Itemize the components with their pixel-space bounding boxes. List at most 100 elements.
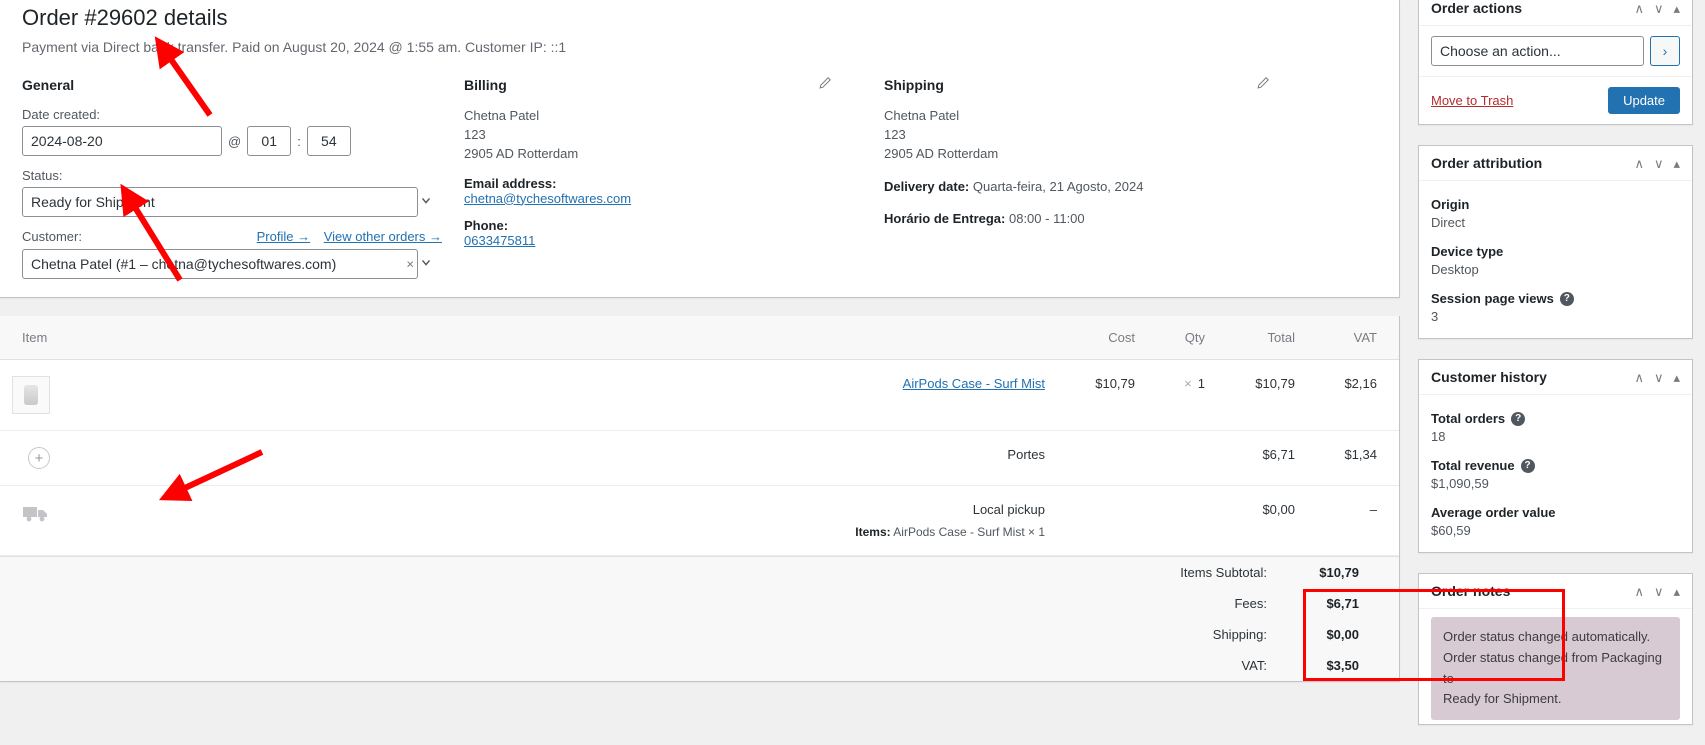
shipping-items-value: AirPods Case - Surf Mist × 1 (893, 525, 1045, 540)
hour-input[interactable] (247, 126, 292, 157)
edit-shipping-pencil-icon[interactable] (1256, 76, 1272, 92)
fees-value: $6,71 (1326, 596, 1359, 612)
customer-profile-link[interactable]: Profile → (257, 229, 310, 244)
qty-value: 1 (1197, 376, 1205, 392)
delivery-time-value: 08:00 - 11:00 (1008, 211, 1085, 227)
origin-label-text: Origin (1431, 197, 1470, 212)
status-label: Status: (22, 168, 63, 184)
vat-label: VAT: (1241, 658, 1267, 674)
toggle-panel-icon[interactable]: ▴ (1673, 157, 1680, 170)
move-down-icon[interactable]: ∨ (1654, 585, 1664, 598)
total-revenue-label: Total revenue ? (1431, 458, 1680, 473)
item-vat: $2,16 (1307, 359, 1399, 432)
move-up-icon[interactable]: ∧ (1634, 2, 1644, 15)
billing-name: Chetna Patel (464, 108, 540, 124)
delivery-time-label: Horário de Entrega: (884, 211, 1006, 227)
aov-label-text: Average order value (1431, 505, 1556, 520)
delivery-date-value: Quarta-feira, 21 Agosto, 2024 (972, 178, 1144, 194)
customer-other-orders-link[interactable]: View other orders → (324, 229, 442, 244)
customer-row: Customer: Profile → View other orders → (22, 229, 442, 244)
items-table-body: AirPods Case - Surf Mist $10,79 × 1 $10,7… (0, 359, 1399, 557)
billing-phone-link[interactable]: 0633475811 (464, 233, 535, 248)
customer-select-wrap: Chetna Patel (#1 – chetna@tychesoftwares… (22, 249, 442, 280)
order-notes-header: Order notes ∧ ∨ ▴ (1419, 574, 1692, 609)
customer-history-title: Customer history (1431, 369, 1547, 385)
date-created-input[interactable] (22, 126, 222, 157)
move-up-icon[interactable]: ∧ (1634, 371, 1644, 384)
status-select[interactable]: Ready for Shipment (22, 187, 418, 218)
help-icon[interactable]: ? (1511, 411, 1526, 426)
vat-value: $3,50 (1326, 658, 1359, 674)
move-down-icon[interactable]: ∨ (1654, 371, 1664, 384)
customer-history-header: Customer history ∧ ∨ ▴ (1419, 360, 1692, 395)
items-subtotal-label: Items Subtotal: (1180, 565, 1267, 581)
move-down-icon[interactable]: ∨ (1654, 157, 1664, 170)
help-icon[interactable]: ? (1520, 458, 1535, 473)
help-icon[interactable]: ? (1559, 291, 1574, 306)
table-row[interactable]: AirPods Case - Surf Mist $10,79 × 1 $10,7… (0, 359, 1399, 432)
list-item: Order status changed automatically. Orde… (1431, 617, 1680, 721)
order-notes-title: Order notes (1431, 583, 1511, 599)
product-thumbnail (12, 376, 50, 415)
fee-name-cell: Portes (62, 430, 1057, 487)
order-attribution-controls: ∧ ∨ ▴ (1634, 157, 1680, 170)
shipping-method-name: Local pickup (972, 502, 1045, 518)
move-up-icon[interactable]: ∧ (1634, 157, 1644, 170)
order-actions-header: Order actions ∧ ∨ ▴ (1419, 0, 1692, 26)
item-qty: × 1 (1147, 359, 1217, 432)
shipping-total: $0,00 (1217, 485, 1307, 557)
billing-email-label: Email address: (464, 175, 557, 191)
date-created-row: @ : (22, 126, 442, 157)
total-orders-value: 18 (1431, 429, 1446, 444)
order-items-table: Item Cost Qty Total VAT AirPods Case - S… (0, 316, 1399, 557)
clear-customer-icon[interactable]: × (406, 257, 414, 272)
order-action-select[interactable]: Choose an action... (1431, 36, 1644, 66)
billing-email-block: Email address: chetna@tychesoftwares.com (464, 176, 862, 206)
attribution-device-value: Desktop (1431, 262, 1479, 277)
minute-input[interactable] (306, 126, 351, 157)
toggle-panel-icon[interactable]: ▴ (1673, 585, 1680, 598)
fee-cost (1057, 430, 1147, 487)
fee-qty (1147, 430, 1217, 487)
shipping-cost (1057, 485, 1147, 557)
toggle-panel-icon[interactable]: ▴ (1673, 2, 1680, 15)
fees-label: Fees: (1234, 596, 1267, 612)
table-row[interactable]: Local pickup Items: AirPods Case - Surf … (0, 485, 1399, 557)
order-data-panel: Order #29602 details Payment via Direct … (0, 0, 1400, 299)
item-total: $10,79 (1217, 359, 1307, 432)
product-link[interactable]: AirPods Case - Surf Mist (903, 376, 1045, 391)
move-to-trash-link[interactable]: Move to Trash (1431, 93, 1513, 108)
shipping-icon-cell (0, 485, 62, 557)
customer-select[interactable]: Chetna Patel (#1 – chetna@tychesoftwares… (22, 249, 418, 280)
billing-email-link[interactable]: chetna@tychesoftwares.com (464, 191, 631, 206)
items-subtotal-value: $10,79 (1319, 565, 1359, 581)
fee-total: $6,71 (1217, 430, 1307, 487)
order-payment-summary: Payment via Direct bank transfer. Paid o… (22, 38, 567, 55)
attribution-pageviews-label: Session page views ? (1431, 291, 1680, 306)
attribution-origin-label: Origin (1431, 197, 1680, 212)
average-order-value-label: Average order value (1431, 505, 1680, 520)
edit-billing-pencil-icon[interactable] (818, 76, 834, 92)
qty-multiplier: × (1184, 376, 1192, 392)
customer-history-body: Total orders ? 18 Total revenue ? $1,090… (1419, 395, 1692, 552)
time-colon: : (297, 133, 301, 149)
update-button[interactable]: Update (1608, 87, 1680, 114)
chevron-down-icon (419, 194, 433, 211)
table-row[interactable]: + Portes $6,71 $1,34 (0, 430, 1399, 487)
customer-history-panel: Customer history ∧ ∨ ▴ Total orders ? 18… (1418, 359, 1693, 553)
move-down-icon[interactable]: ∨ (1654, 2, 1664, 15)
order-notes-panel: Order notes ∧ ∨ ▴ Order status changed a… (1418, 573, 1693, 726)
customer-history-controls: ∧ ∨ ▴ (1634, 371, 1680, 384)
note-line-1: Order status changed automatically. (1443, 629, 1651, 644)
total-revenue-value: $1,090,59 (1431, 476, 1489, 491)
shipping-items-label: Items: (855, 525, 891, 540)
move-up-icon[interactable]: ∧ (1634, 585, 1644, 598)
order-actions-controls: ∧ ∨ ▴ (1634, 2, 1680, 15)
order-totals-table: Items Subtotal: $10,79 Fees: $6,71 Shipp… (0, 557, 1399, 681)
billing-address-1: 123 (464, 127, 486, 143)
fee-name: Portes (1007, 447, 1045, 463)
toggle-panel-icon[interactable]: ▴ (1673, 371, 1680, 384)
attribution-device-label: Device type (1431, 244, 1680, 259)
pageviews-label-text: Session page views (1431, 291, 1554, 306)
apply-action-button[interactable]: › (1650, 36, 1680, 66)
